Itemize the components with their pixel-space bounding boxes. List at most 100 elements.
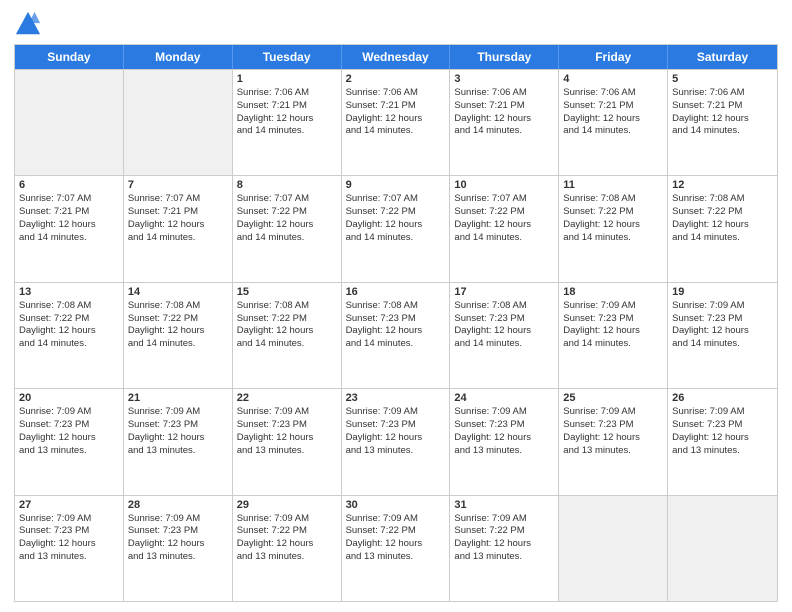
day-number: 7 <box>128 179 228 191</box>
cell-info-line: Sunset: 7:22 PM <box>19 313 119 326</box>
cell-info-line: and 14 minutes. <box>563 232 663 245</box>
calendar-cell: 21Sunrise: 7:09 AMSunset: 7:23 PMDayligh… <box>124 389 233 494</box>
calendar-cell: 23Sunrise: 7:09 AMSunset: 7:23 PMDayligh… <box>342 389 451 494</box>
cell-info-line: Sunrise: 7:09 AM <box>19 513 119 526</box>
calendar-cell: 31Sunrise: 7:09 AMSunset: 7:22 PMDayligh… <box>450 496 559 601</box>
cell-info-line: Sunrise: 7:09 AM <box>563 406 663 419</box>
cell-info-line: and 14 minutes. <box>237 338 337 351</box>
day-number: 14 <box>128 286 228 298</box>
cell-info-line: Daylight: 12 hours <box>346 325 446 338</box>
cell-info-line: Sunset: 7:23 PM <box>563 419 663 432</box>
calendar-cell: 12Sunrise: 7:08 AMSunset: 7:22 PMDayligh… <box>668 176 777 281</box>
cell-info-line: Sunrise: 7:09 AM <box>672 300 773 313</box>
day-number: 15 <box>237 286 337 298</box>
calendar-cell: 30Sunrise: 7:09 AMSunset: 7:22 PMDayligh… <box>342 496 451 601</box>
calendar-cell <box>124 70 233 175</box>
cell-info-line: Sunset: 7:22 PM <box>237 525 337 538</box>
cell-info-line: Sunrise: 7:06 AM <box>672 87 773 100</box>
cell-info-line: Daylight: 12 hours <box>346 538 446 551</box>
day-number: 11 <box>563 179 663 191</box>
calendar-row-5: 27Sunrise: 7:09 AMSunset: 7:23 PMDayligh… <box>15 495 777 601</box>
cell-info-line: Sunset: 7:22 PM <box>454 206 554 219</box>
calendar-body: 1Sunrise: 7:06 AMSunset: 7:21 PMDaylight… <box>15 69 777 601</box>
cell-info-line: Sunrise: 7:09 AM <box>563 300 663 313</box>
cell-info-line: Sunset: 7:22 PM <box>346 525 446 538</box>
calendar-header: SundayMondayTuesdayWednesdayThursdayFrid… <box>15 45 777 69</box>
day-number: 18 <box>563 286 663 298</box>
cell-info-line: Sunrise: 7:09 AM <box>672 406 773 419</box>
calendar-cell: 28Sunrise: 7:09 AMSunset: 7:23 PMDayligh… <box>124 496 233 601</box>
cell-info-line: Sunset: 7:21 PM <box>237 100 337 113</box>
calendar-cell: 11Sunrise: 7:08 AMSunset: 7:22 PMDayligh… <box>559 176 668 281</box>
cell-info-line: and 14 minutes. <box>454 125 554 138</box>
cell-info-line: Daylight: 12 hours <box>672 325 773 338</box>
cell-info-line: Daylight: 12 hours <box>563 432 663 445</box>
cell-info-line: and 14 minutes. <box>237 125 337 138</box>
cell-info-line: Daylight: 12 hours <box>19 219 119 232</box>
cell-info-line: Daylight: 12 hours <box>346 113 446 126</box>
cell-info-line: Sunset: 7:23 PM <box>19 419 119 432</box>
calendar-cell: 27Sunrise: 7:09 AMSunset: 7:23 PMDayligh… <box>15 496 124 601</box>
day-number: 3 <box>454 73 554 85</box>
cell-info-line: and 14 minutes. <box>346 232 446 245</box>
cell-info-line: Sunset: 7:21 PM <box>128 206 228 219</box>
calendar-cell: 9Sunrise: 7:07 AMSunset: 7:22 PMDaylight… <box>342 176 451 281</box>
calendar-row-4: 20Sunrise: 7:09 AMSunset: 7:23 PMDayligh… <box>15 388 777 494</box>
cell-info-line: Daylight: 12 hours <box>454 538 554 551</box>
cell-info-line: and 13 minutes. <box>237 551 337 564</box>
cell-info-line: and 13 minutes. <box>672 445 773 458</box>
cell-info-line: Sunrise: 7:07 AM <box>237 193 337 206</box>
calendar-cell: 1Sunrise: 7:06 AMSunset: 7:21 PMDaylight… <box>233 70 342 175</box>
day-number: 4 <box>563 73 663 85</box>
header-cell-thursday: Thursday <box>450 45 559 69</box>
cell-info-line: Daylight: 12 hours <box>128 219 228 232</box>
cell-info-line: and 14 minutes. <box>128 338 228 351</box>
cell-info-line: Sunrise: 7:09 AM <box>454 406 554 419</box>
cell-info-line: Daylight: 12 hours <box>237 113 337 126</box>
cell-info-line: Sunrise: 7:09 AM <box>128 406 228 419</box>
cell-info-line: Sunset: 7:23 PM <box>128 525 228 538</box>
calendar-cell: 2Sunrise: 7:06 AMSunset: 7:21 PMDaylight… <box>342 70 451 175</box>
cell-info-line: Daylight: 12 hours <box>454 113 554 126</box>
calendar-cell <box>668 496 777 601</box>
cell-info-line: Daylight: 12 hours <box>237 325 337 338</box>
cell-info-line: Sunset: 7:23 PM <box>128 419 228 432</box>
cell-info-line: and 14 minutes. <box>454 232 554 245</box>
cell-info-line: Sunset: 7:23 PM <box>346 313 446 326</box>
header-cell-sunday: Sunday <box>15 45 124 69</box>
cell-info-line: Daylight: 12 hours <box>128 538 228 551</box>
cell-info-line: Sunset: 7:23 PM <box>672 419 773 432</box>
cell-info-line: and 14 minutes. <box>563 338 663 351</box>
cell-info-line: Sunset: 7:21 PM <box>563 100 663 113</box>
calendar-cell: 8Sunrise: 7:07 AMSunset: 7:22 PMDaylight… <box>233 176 342 281</box>
calendar-cell: 20Sunrise: 7:09 AMSunset: 7:23 PMDayligh… <box>15 389 124 494</box>
cell-info-line: and 14 minutes. <box>19 232 119 245</box>
cell-info-line: Daylight: 12 hours <box>237 219 337 232</box>
cell-info-line: Sunset: 7:23 PM <box>346 419 446 432</box>
cell-info-line: Sunrise: 7:08 AM <box>19 300 119 313</box>
day-number: 22 <box>237 392 337 404</box>
cell-info-line: Daylight: 12 hours <box>346 219 446 232</box>
day-number: 26 <box>672 392 773 404</box>
day-number: 20 <box>19 392 119 404</box>
calendar-cell: 7Sunrise: 7:07 AMSunset: 7:21 PMDaylight… <box>124 176 233 281</box>
day-number: 13 <box>19 286 119 298</box>
cell-info-line: Daylight: 12 hours <box>128 432 228 445</box>
calendar-cell: 26Sunrise: 7:09 AMSunset: 7:23 PMDayligh… <box>668 389 777 494</box>
cell-info-line: Sunset: 7:23 PM <box>19 525 119 538</box>
day-number: 6 <box>19 179 119 191</box>
cell-info-line: Daylight: 12 hours <box>672 219 773 232</box>
cell-info-line: and 13 minutes. <box>563 445 663 458</box>
cell-info-line: Sunset: 7:23 PM <box>563 313 663 326</box>
day-number: 29 <box>237 499 337 511</box>
header-cell-tuesday: Tuesday <box>233 45 342 69</box>
cell-info-line: Sunrise: 7:09 AM <box>19 406 119 419</box>
calendar-cell <box>559 496 668 601</box>
cell-info-line: Daylight: 12 hours <box>454 219 554 232</box>
cell-info-line: Sunset: 7:23 PM <box>237 419 337 432</box>
cell-info-line: and 13 minutes. <box>237 445 337 458</box>
header-cell-monday: Monday <box>124 45 233 69</box>
cell-info-line: Daylight: 12 hours <box>672 113 773 126</box>
calendar-cell: 5Sunrise: 7:06 AMSunset: 7:21 PMDaylight… <box>668 70 777 175</box>
calendar-cell: 15Sunrise: 7:08 AMSunset: 7:22 PMDayligh… <box>233 283 342 388</box>
